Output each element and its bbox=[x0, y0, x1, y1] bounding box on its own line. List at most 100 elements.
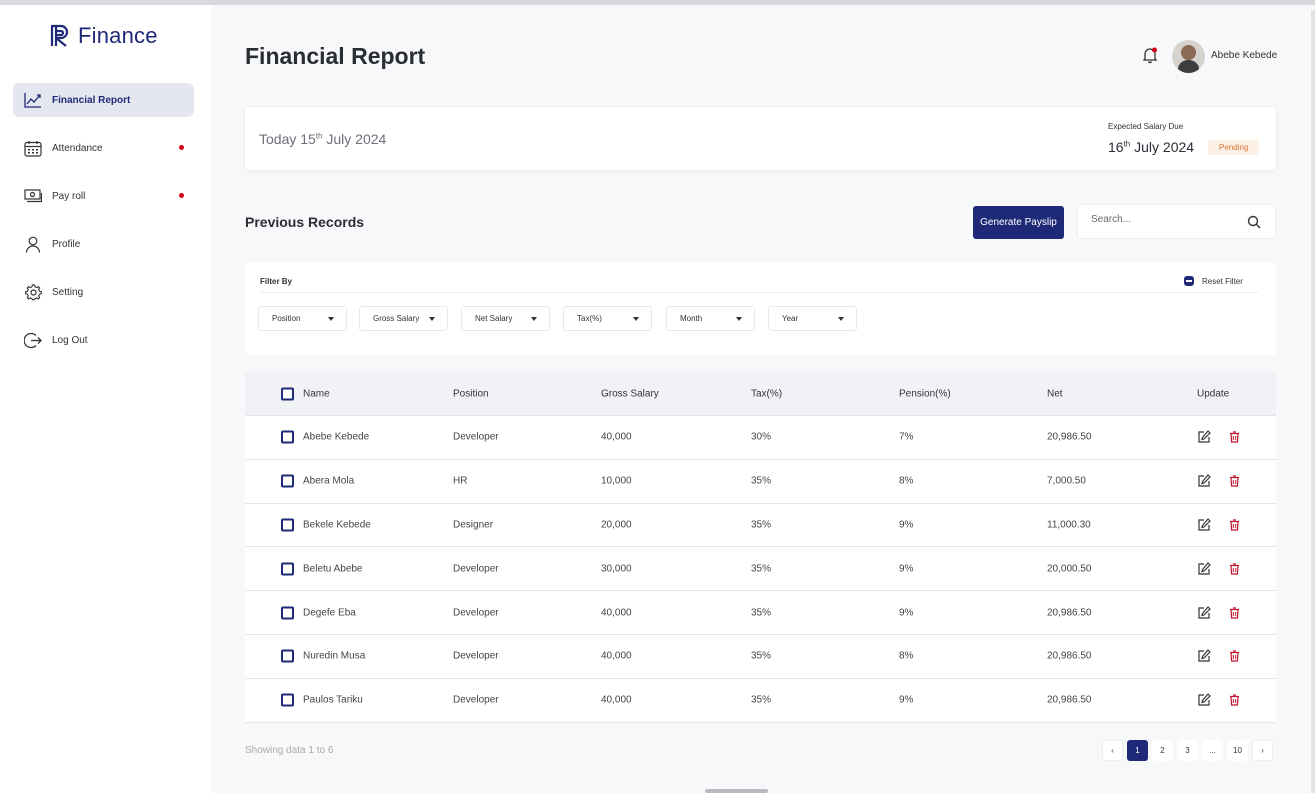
cell-tax: 35% bbox=[751, 607, 772, 619]
header-pension[interactable]: Pension(%) bbox=[899, 388, 951, 399]
sidebar-item-label: Log Out bbox=[52, 334, 88, 346]
filter-dropdown-year[interactable]: Year bbox=[768, 306, 857, 331]
logout-icon bbox=[23, 330, 43, 350]
filter-dropdown-gross-salary[interactable]: Gross Salary bbox=[359, 306, 448, 331]
page-button[interactable]: 2 bbox=[1152, 740, 1173, 761]
cell-name: Beletu Abebe bbox=[303, 563, 363, 575]
trash-icon[interactable] bbox=[1229, 650, 1240, 662]
caret-down-icon bbox=[429, 317, 435, 321]
cell-position: Developer bbox=[453, 431, 499, 443]
page-button[interactable]: ... bbox=[1202, 740, 1223, 761]
cell-net: 20,986.50 bbox=[1047, 694, 1092, 706]
sidebar: Finance Financial Report Attendance Pay ro… bbox=[0, 5, 211, 793]
cell-name: Abebe Kebede bbox=[303, 431, 370, 443]
caret-down-icon bbox=[531, 317, 537, 321]
row-checkbox[interactable] bbox=[281, 693, 294, 707]
user-icon bbox=[23, 234, 43, 254]
header-gross-salary[interactable]: Gross Salary bbox=[601, 388, 659, 399]
cell-pension: 9% bbox=[899, 694, 914, 706]
edit-icon[interactable] bbox=[1197, 430, 1211, 444]
row-checkbox[interactable] bbox=[281, 562, 294, 576]
cell-name: Paulos Tariku bbox=[303, 694, 363, 706]
logo: Finance bbox=[50, 23, 158, 49]
user-name[interactable]: Abebe Kebede bbox=[1211, 50, 1277, 61]
cell-position: Developer bbox=[453, 650, 499, 662]
due-date: 16th July 2024 bbox=[1108, 139, 1194, 155]
generate-payslip-button[interactable]: Generate Payslip bbox=[973, 206, 1064, 239]
edit-icon[interactable] bbox=[1197, 518, 1211, 532]
search-input[interactable] bbox=[1091, 214, 1241, 225]
caret-down-icon bbox=[328, 317, 334, 321]
cell-gross-salary: 40,000 bbox=[601, 650, 632, 662]
cell-tax: 35% bbox=[751, 650, 772, 662]
filter-dropdown-month[interactable]: Month bbox=[666, 306, 755, 331]
header-net[interactable]: Net bbox=[1047, 388, 1063, 399]
showing-count: Showing data 1 to 6 bbox=[245, 745, 334, 756]
logo-icon bbox=[50, 24, 69, 47]
divider bbox=[260, 292, 1259, 293]
header-position[interactable]: Position bbox=[453, 388, 489, 399]
page-button[interactable]: 10 bbox=[1227, 740, 1248, 761]
sidebar-item-profile[interactable]: Profile bbox=[13, 227, 194, 261]
sidebar-item-attendance[interactable]: Attendance bbox=[13, 131, 194, 165]
sidebar-item-label: Profile bbox=[52, 238, 81, 250]
next-page-button[interactable]: › bbox=[1252, 740, 1273, 761]
sidebar-item-financial-report[interactable]: Financial Report bbox=[13, 83, 194, 117]
dropdown-label: Net Salary bbox=[475, 314, 513, 323]
today-month: July 2024 bbox=[326, 131, 387, 147]
filter-dropdown-net-salary[interactable]: Net Salary bbox=[461, 306, 550, 331]
bell-icon[interactable] bbox=[1141, 46, 1159, 64]
header-name[interactable]: Name bbox=[303, 388, 330, 399]
table-row: Degefe Eba Developer 40,000 35% 9% 20,986.50 bbox=[245, 591, 1276, 635]
trash-icon[interactable] bbox=[1229, 694, 1240, 706]
trash-icon[interactable] bbox=[1229, 431, 1240, 443]
cell-pension: 8% bbox=[899, 650, 914, 662]
select-all-checkbox[interactable] bbox=[281, 387, 294, 400]
reset-filter-button[interactable]: Reset Filter bbox=[1184, 276, 1243, 286]
page-button[interactable]: 1 bbox=[1127, 740, 1148, 761]
notification-dot bbox=[179, 145, 184, 150]
sidebar-item-setting[interactable]: Setting bbox=[13, 275, 194, 309]
table-body: Abebe Kebede Developer 40,000 30% 7% 20,986.5… bbox=[245, 416, 1276, 723]
row-checkbox[interactable] bbox=[281, 606, 294, 620]
trash-icon[interactable] bbox=[1229, 519, 1240, 531]
edit-icon[interactable] bbox=[1197, 605, 1211, 620]
edit-icon[interactable] bbox=[1197, 474, 1211, 488]
cell-net: 7,000.50 bbox=[1047, 475, 1086, 487]
page-button[interactable]: 3 bbox=[1177, 740, 1198, 761]
edit-icon[interactable] bbox=[1197, 693, 1211, 707]
vertical-scrollbar[interactable] bbox=[1311, 10, 1315, 793]
trash-icon[interactable] bbox=[1229, 563, 1240, 575]
dropdown-label: Year bbox=[782, 314, 799, 323]
row-checkbox[interactable] bbox=[281, 474, 294, 488]
edit-icon[interactable] bbox=[1197, 649, 1211, 663]
avatar[interactable] bbox=[1172, 40, 1205, 73]
dropdown-label: Month bbox=[680, 314, 703, 323]
edit-icon[interactable] bbox=[1197, 561, 1211, 576]
filter-label: Filter By bbox=[260, 277, 293, 286]
filter-dropdown-tax[interactable]: Tax(%) bbox=[563, 306, 652, 331]
horizontal-scrollbar[interactable] bbox=[705, 789, 768, 793]
today-suffix: th bbox=[315, 131, 323, 141]
filter-dropdown-position[interactable]: Position bbox=[258, 306, 347, 331]
search-icon[interactable] bbox=[1247, 215, 1261, 229]
sidebar-item-log-out[interactable]: Log Out bbox=[13, 323, 194, 357]
cell-gross-salary: 10,000 bbox=[601, 475, 632, 487]
reset-icon bbox=[1184, 276, 1194, 286]
app-name: Finance bbox=[78, 23, 158, 48]
header-update: Update bbox=[1197, 388, 1230, 399]
prev-page-button[interactable]: ‹ bbox=[1102, 740, 1123, 761]
row-checkbox[interactable] bbox=[281, 430, 294, 444]
sidebar-item-pay-roll[interactable]: Pay roll bbox=[13, 179, 194, 213]
table-header: Name Position Gross Salary Tax(%) Pensio… bbox=[245, 372, 1276, 416]
row-checkbox[interactable] bbox=[281, 649, 294, 663]
trash-icon[interactable] bbox=[1229, 606, 1240, 619]
row-checkbox[interactable] bbox=[281, 518, 294, 532]
cell-net: 20,986.50 bbox=[1047, 650, 1092, 662]
pagination: ‹ 1 2 3... 10 › bbox=[1102, 740, 1273, 761]
header-tax[interactable]: Tax(%) bbox=[751, 388, 782, 399]
cell-pension: 8% bbox=[899, 475, 914, 487]
reset-filter-label: Reset Filter bbox=[1202, 276, 1243, 286]
trash-icon[interactable] bbox=[1229, 475, 1240, 487]
cell-name: Abera Mola bbox=[303, 475, 355, 487]
